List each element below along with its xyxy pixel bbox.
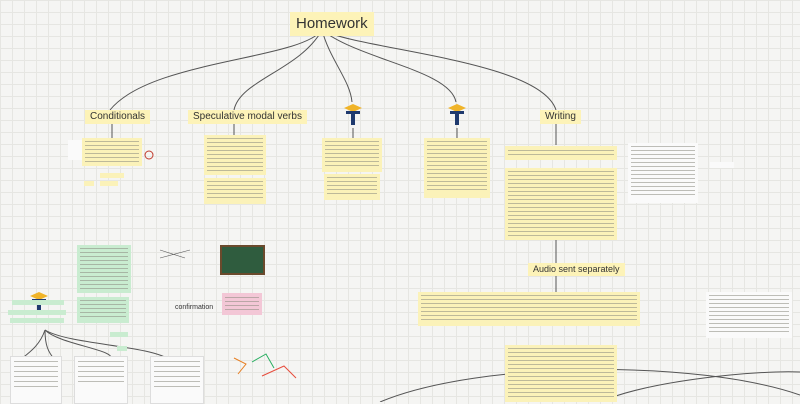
sticky-note[interactable] (77, 245, 131, 293)
topic-confirmation[interactable]: confirmation (170, 303, 218, 313)
sticky-note[interactable] (322, 138, 382, 172)
topic-writing[interactable]: Writing (540, 110, 581, 124)
academic-cap-t-logo-icon (448, 104, 466, 125)
sticky-note[interactable] (117, 346, 127, 351)
sticky-note[interactable] (418, 292, 640, 326)
sticky-note[interactable] (505, 146, 617, 160)
document-thumbnail[interactable] (150, 356, 204, 404)
sticky-note[interactable] (505, 345, 617, 402)
topic-conditionals[interactable]: Conditionals (85, 110, 151, 124)
whiteboard-canvas[interactable]: Homework Conditionals Speculative modal … (0, 0, 800, 404)
sticky-note[interactable] (222, 293, 262, 315)
sticky-note[interactable] (77, 297, 129, 323)
sticky-note[interactable] (82, 138, 142, 166)
sticky-note[interactable] (100, 173, 124, 178)
academic-cap-t-logo-icon (344, 104, 362, 125)
document-thumbnail[interactable] (10, 356, 62, 404)
sticky-note[interactable] (324, 174, 380, 200)
root-topic[interactable]: Homework (290, 12, 374, 36)
sticky-note[interactable] (10, 318, 64, 323)
text-note[interactable] (628, 143, 698, 203)
sticky-note[interactable] (110, 332, 128, 337)
sticky-note[interactable] (100, 181, 118, 186)
text-note[interactable] (706, 292, 792, 338)
document-thumbnail[interactable] (74, 356, 128, 404)
chalkboard-image[interactable] (220, 245, 265, 275)
sticky-note[interactable] (505, 168, 617, 240)
sticky-note[interactable] (204, 135, 266, 175)
topic-speculative-modal-verbs[interactable]: Speculative modal verbs (188, 110, 307, 124)
sticky-note[interactable] (204, 178, 266, 204)
sticky-note[interactable] (68, 140, 82, 160)
sketch-icon (144, 150, 154, 160)
sticky-note[interactable] (84, 181, 94, 186)
doodle-sketch-icon (233, 353, 297, 379)
sticky-note[interactable] (12, 300, 64, 305)
sticky-note[interactable] (8, 310, 66, 315)
text-note[interactable] (710, 162, 734, 168)
topic-audio-sent-separately[interactable]: Audio sent separately (528, 263, 625, 276)
sticky-note[interactable] (424, 138, 490, 198)
